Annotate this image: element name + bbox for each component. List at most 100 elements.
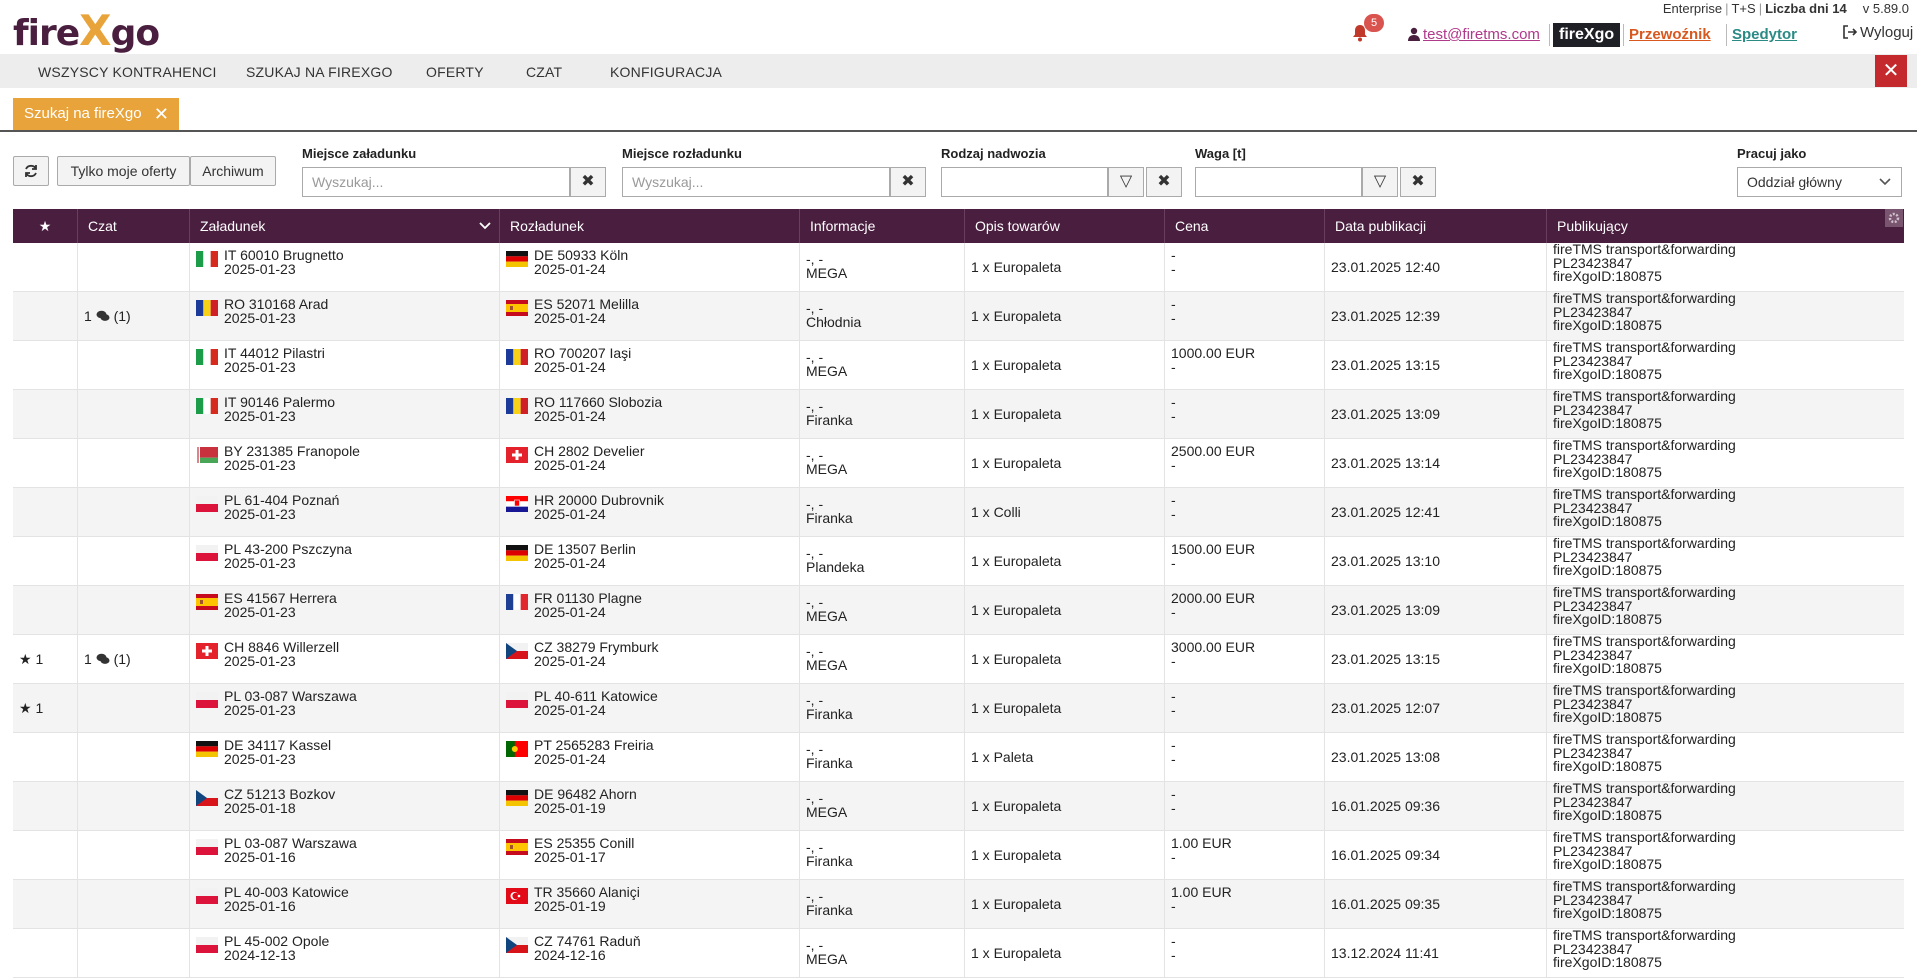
table-row[interactable]: ★ 11 (1) CH 8846 Willerzell 2025-01-23 CZ 3…	[13, 634, 1904, 684]
publish-date: 23.01.2025 12:39	[1331, 308, 1440, 324]
favorite-count[interactable]: ★ 1	[19, 651, 43, 668]
chat-count[interactable]: 1 (1)	[84, 308, 131, 324]
refresh-button[interactable]	[13, 156, 49, 186]
table-row[interactable]: IT 44012 Pilastri 2025-01-23 RO 700207 Iaş…	[13, 340, 1904, 390]
cell-chat	[78, 341, 190, 390]
weight-filter-button[interactable]: ▽	[1362, 167, 1398, 197]
cell-info: -, - MEGA	[800, 341, 965, 390]
loading-place: DE 34117 Kassel	[224, 737, 332, 753]
tab-close-icon[interactable]: ✕	[154, 98, 169, 130]
col-price[interactable]: Cena	[1165, 209, 1325, 243]
cell-chat	[78, 880, 190, 929]
col-star[interactable]: ★	[13, 209, 78, 243]
info-dims: -, -	[806, 251, 824, 267]
table-row[interactable]: IT 90146 Palermo 2025-01-23 RO 117660 Slob…	[13, 389, 1904, 439]
app-logo[interactable]: fireXgo	[13, 6, 160, 55]
user-account[interactable]: test@firetms.com	[1408, 26, 1540, 43]
publish-date: 23.01.2025 13:09	[1331, 406, 1440, 422]
cell-publish-date: 23.01.2025 12:40	[1325, 243, 1547, 292]
price-value: 1.00 EUR	[1171, 835, 1232, 851]
unloading-date: 2025-01-24	[534, 751, 606, 767]
firexgo-badge: fireXgo	[1553, 23, 1621, 47]
cell-unloading: ES 25355 Conill 2025-01-17	[500, 831, 800, 880]
unloading-clear-button[interactable]: ✖	[890, 167, 926, 197]
forwarder-link[interactable]: Spedytor	[1732, 26, 1797, 43]
col-unloading[interactable]: Rozładunek	[500, 209, 800, 243]
cell-chat	[78, 684, 190, 733]
cell-loading: IT 44012 Pilastri 2025-01-23	[190, 341, 500, 390]
favorite-count[interactable]: ★ 1	[19, 700, 43, 717]
loading-clear-button[interactable]: ✖	[570, 167, 606, 197]
sort-chevron-icon[interactable]	[479, 221, 491, 231]
table-settings-gear-icon[interactable]	[1885, 209, 1903, 227]
loading-date: 2025-01-23	[224, 457, 296, 473]
body-type-filter-button[interactable]: ▽	[1108, 167, 1144, 197]
logout-button[interactable]: Wyloguj	[1843, 24, 1913, 41]
table-row[interactable]: ★ 1 PL 03-087 Warszawa 2025-01-23 PL 40-611…	[13, 683, 1904, 733]
cell-goods: 1 x Europaleta	[965, 390, 1165, 439]
tab-search-firexgo[interactable]: Szukaj na fireXgo ✕	[13, 98, 179, 130]
publisher-firexgo-id: fireXgoID:180875	[1553, 464, 1662, 480]
table-row[interactable]: PL 40-003 Katowice 2025-01-16 TR 35660 Ala…	[13, 879, 1904, 929]
body-type-label: Rodzaj nadwozia	[941, 146, 1046, 161]
publisher-firexgo-id: fireXgoID:180875	[1553, 905, 1662, 921]
cell-loading: ES 41567 Herrera 2025-01-23	[190, 586, 500, 635]
cell-star	[13, 880, 78, 929]
weight-input[interactable]	[1195, 167, 1362, 197]
table-row[interactable]: 1 (1) RO 310168 Arad 2025-01-23 ES 52071 Me…	[13, 291, 1904, 341]
col-publisher[interactable]: Publikujący	[1547, 209, 1904, 243]
cell-price: 1000.00 EUR -	[1165, 341, 1325, 390]
chat-count[interactable]: 1 (1)	[84, 651, 131, 667]
only-my-offers-button[interactable]: Tylko moje oferty	[57, 156, 190, 186]
unloading-flag-icon	[506, 447, 528, 463]
unloading-place-input[interactable]: Wyszukaj...	[622, 167, 890, 197]
cell-goods: 1 x Colli	[965, 488, 1165, 537]
user-email-link[interactable]: test@firetms.com	[1423, 26, 1540, 43]
weight-clear-button[interactable]: ✖	[1400, 167, 1436, 197]
price-value: -	[1171, 394, 1176, 410]
body-type-clear-button[interactable]: ✖	[1146, 167, 1182, 197]
cell-unloading: PL 40-611 Katowice 2025-01-24	[500, 684, 800, 733]
col-goods[interactable]: Opis towarów	[965, 209, 1165, 243]
archive-button[interactable]: Archiwum	[190, 156, 276, 186]
unloading-date: 2025-01-24	[534, 359, 606, 375]
table-row[interactable]: PL 03-087 Warszawa 2025-01-16 ES 25355 Con…	[13, 830, 1904, 880]
work-as-select[interactable]: Oddział główny	[1737, 167, 1902, 197]
table-row[interactable]: IT 60010 Brugnetto 2025-01-23 DE 50933 Köl…	[13, 242, 1904, 292]
nav-configuration[interactable]: KONFIGURACJA	[610, 64, 722, 80]
table-row[interactable]: ES 41567 Herrera 2025-01-23 FR 01130 Plagn…	[13, 585, 1904, 635]
col-loading[interactable]: Załadunek	[190, 209, 500, 243]
cell-price: 2500.00 EUR -	[1165, 439, 1325, 488]
notifications-badge[interactable]: 5	[1364, 14, 1384, 32]
table-row[interactable]: PL 45-002 Opole 2024-12-13 CZ 74761 Raduň 2…	[13, 928, 1904, 978]
body-type-input[interactable]	[941, 167, 1108, 197]
loading-flag-icon	[196, 594, 218, 610]
loading-place-input[interactable]: Wyszukaj...	[302, 167, 570, 197]
table-row[interactable]: PL 61-404 Poznań 2025-01-23 HR 20000 Dubro…	[13, 487, 1904, 537]
cell-publisher: fireTMS transport&forwarding PL23423847 fi…	[1547, 438, 1904, 488]
col-publish-date[interactable]: Data publikacji	[1325, 209, 1547, 243]
close-all-button[interactable]: ✕	[1875, 55, 1907, 87]
nav-search-firexgo[interactable]: SZUKAJ NA FIREXGO	[246, 64, 393, 80]
info-body-type: MEGA	[806, 657, 848, 673]
version-label: v 5.89.0	[1862, 1, 1909, 16]
loading-place: CH 8846 Willerzell	[224, 639, 340, 655]
publish-date: 23.01.2025 13:09	[1331, 602, 1440, 618]
plan-label: Enterprise	[1662, 1, 1723, 16]
nav-all-contractors[interactable]: WSZYSCY KONTRAHENCI	[38, 64, 217, 80]
info-dims: -, -	[806, 937, 824, 953]
nav-offers[interactable]: OFERTY	[426, 64, 484, 80]
col-info[interactable]: Informacje	[800, 209, 965, 243]
goods-description: 1 x Europaleta	[971, 847, 1062, 863]
cell-info: -, - Plandeka	[800, 537, 965, 586]
carrier-link[interactable]: Przewoźnik	[1629, 26, 1711, 43]
table-row[interactable]: CZ 51213 Bozkov 2025-01-18 DE 96482 Ahorn 2…	[13, 781, 1904, 831]
table-row[interactable]: PL 43-200 Pszczyna 2025-01-23 DE 13507 Ber…	[13, 536, 1904, 586]
col-chat[interactable]: Czat	[78, 209, 190, 243]
unloading-place: CH 2802 Develier	[534, 443, 645, 459]
unloading-date: 2025-01-24	[534, 653, 606, 669]
nav-chat[interactable]: CZAT	[526, 64, 562, 80]
table-row[interactable]: DE 34117 Kassel 2025-01-23 PT 2565283 Frei…	[13, 732, 1904, 782]
table-row[interactable]: BY 231385 Franopole 2025-01-23 CH 2802 Dev…	[13, 438, 1904, 488]
loading-date: 2025-01-18	[224, 800, 296, 816]
